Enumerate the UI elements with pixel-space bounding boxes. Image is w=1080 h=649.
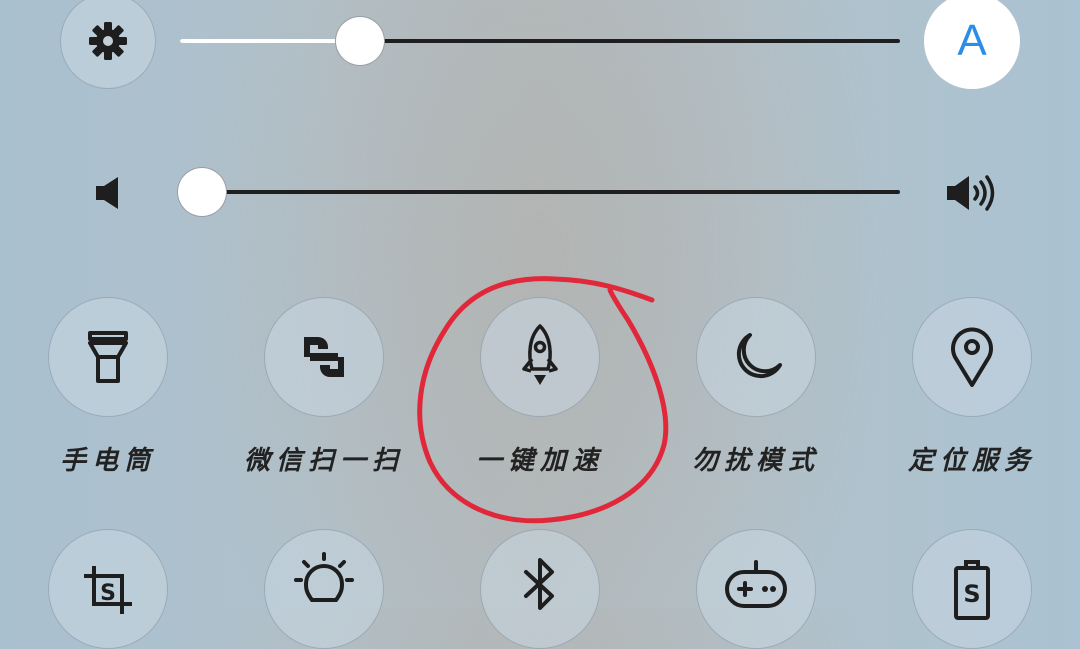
wechat-scan-icon xyxy=(298,331,350,383)
volume-low-icon[interactable] xyxy=(94,175,124,211)
brightness-settings-button[interactable] xyxy=(60,0,156,89)
volume-slider-thumb[interactable] xyxy=(176,167,227,217)
tile-label-flashlight: 手电筒 xyxy=(59,446,156,476)
lightbulb-icon xyxy=(292,552,356,616)
tile-night-light[interactable] xyxy=(264,529,384,649)
gamepad-icon xyxy=(723,560,789,610)
gear-icon xyxy=(86,19,130,63)
tile-flashlight[interactable] xyxy=(48,297,168,417)
tile-wechat-scan[interactable] xyxy=(264,297,384,417)
screenshot-icon: S xyxy=(82,564,134,616)
rocket-icon xyxy=(518,323,562,391)
tile-battery-saver[interactable]: S xyxy=(912,529,1032,649)
bluetooth-icon xyxy=(520,556,560,620)
volume-high-icon[interactable] xyxy=(944,172,1000,214)
brightness-slider-thumb[interactable] xyxy=(335,16,385,66)
tile-one-key-boost[interactable] xyxy=(480,297,600,417)
tile-do-not-disturb[interactable] xyxy=(696,297,816,417)
auto-brightness-button[interactable]: A xyxy=(924,0,1020,89)
tile-label-location-service: 定位服务 xyxy=(907,446,1036,476)
flashlight-icon xyxy=(84,329,132,385)
tile-bluetooth[interactable] xyxy=(480,529,600,649)
tile-screenshot[interactable]: S xyxy=(48,529,168,649)
tile-label-do-not-disturb: 勿扰模式 xyxy=(691,446,820,476)
moon-icon xyxy=(728,329,784,385)
battery-saver-icon: S xyxy=(950,560,994,620)
brightness-slider-fill xyxy=(180,39,360,43)
location-pin-icon xyxy=(948,325,996,389)
volume-slider[interactable] xyxy=(176,167,900,217)
svg-text:S: S xyxy=(100,581,116,606)
svg-text:S: S xyxy=(963,580,980,608)
auto-brightness-label: A xyxy=(957,16,987,65)
tile-label-one-key-boost: 一键加速 xyxy=(475,446,604,476)
tile-location-service[interactable] xyxy=(912,297,1032,417)
tile-game-mode[interactable] xyxy=(696,529,816,649)
tile-label-wechat-scan: 微信扫一扫 xyxy=(243,446,404,476)
brightness-slider[interactable] xyxy=(180,16,900,66)
